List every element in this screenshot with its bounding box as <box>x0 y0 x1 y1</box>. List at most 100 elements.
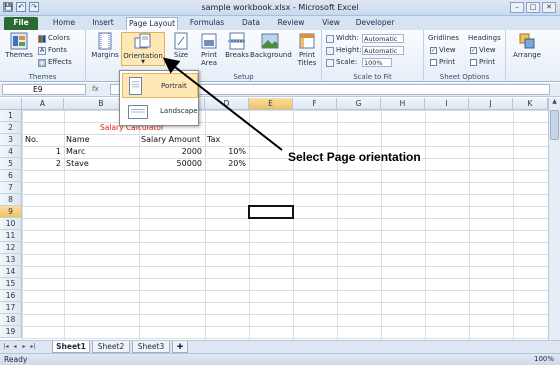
tab-review[interactable]: Review <box>272 17 310 30</box>
column-header[interactable]: F <box>293 98 337 110</box>
scale-to-fit-group-label: Scale to Fit <box>353 73 392 81</box>
margins-button[interactable]: Margins <box>90 32 120 66</box>
row-header[interactable]: 8 <box>0 194 22 206</box>
effects-button[interactable]: Effects <box>38 57 72 68</box>
row-header[interactable]: 11 <box>0 230 22 242</box>
fx-icon[interactable]: fx <box>92 85 99 93</box>
minimize-button[interactable]: – <box>510 2 524 13</box>
themes-button[interactable]: Themes <box>4 32 34 66</box>
cell-tax[interactable]: 10% <box>205 146 249 158</box>
title-bar: 💾 ↶ ↷ sample workbook.xlsx - Microsoft E… <box>0 0 560 16</box>
row-header[interactable]: 5 <box>0 158 22 170</box>
size-button[interactable]: Size <box>166 32 196 66</box>
colors-icon <box>38 34 46 43</box>
column-header[interactable]: H <box>381 98 425 110</box>
tab-developer[interactable]: Developer <box>352 17 398 30</box>
fonts-button[interactable]: A Fonts <box>38 45 67 56</box>
prev-sheet-icon[interactable]: ◂ <box>11 343 19 351</box>
sheet-tab[interactable]: Sheet1 <box>52 341 90 353</box>
row-header[interactable]: 12 <box>0 242 22 254</box>
row-header[interactable]: 17 <box>0 302 22 314</box>
insert-sheet-button[interactable]: ✚ <box>172 341 188 353</box>
width-icon <box>326 34 334 43</box>
tab-file[interactable]: File <box>4 17 38 30</box>
height-select[interactable]: Automatic <box>362 46 404 55</box>
headings-view-checkbox[interactable]: ✓ View <box>470 45 496 56</box>
select-all-corner[interactable] <box>0 98 22 110</box>
column-header[interactable]: E <box>249 98 293 110</box>
orientation-portrait-option[interactable]: Portrait <box>122 73 198 98</box>
tab-page-layout[interactable]: Page Layout <box>126 17 178 30</box>
tab-view[interactable]: View <box>316 17 346 30</box>
active-cell[interactable] <box>248 205 294 219</box>
tab-home[interactable]: Home <box>46 17 82 30</box>
row-header[interactable]: 16 <box>0 290 22 302</box>
next-sheet-icon[interactable]: ▸ <box>20 343 28 351</box>
cell-name[interactable]: Marc <box>66 146 85 158</box>
gridlines-view-checkbox[interactable]: ✓ View <box>430 45 456 56</box>
checkbox-icon <box>430 59 437 66</box>
background-icon <box>261 33 279 49</box>
column-header[interactable]: D <box>205 98 249 110</box>
cell-no[interactable]: 2 <box>22 158 64 170</box>
background-button[interactable]: Background <box>250 32 292 66</box>
column-header[interactable]: J <box>469 98 513 110</box>
headings-print-checkbox[interactable]: Print <box>470 57 495 68</box>
gridlines-label: Gridlines <box>428 34 459 42</box>
row-header[interactable]: 13 <box>0 254 22 266</box>
row-header[interactable]: 2 <box>0 122 22 134</box>
sheet-tab[interactable]: Sheet2 <box>92 341 130 353</box>
vertical-scrollbar[interactable]: ▲ <box>548 98 560 340</box>
arrange-icon <box>519 33 535 49</box>
arrange-button[interactable]: Arrange <box>510 32 544 66</box>
close-button[interactable]: ✕ <box>542 2 556 13</box>
row-header[interactable]: 9 <box>0 206 22 218</box>
gridlines-print-checkbox[interactable]: Print <box>430 57 455 68</box>
row-header[interactable]: 10 <box>0 218 22 230</box>
width-select[interactable]: Automatic <box>362 34 404 43</box>
cell-tax[interactable]: 20% <box>205 158 249 170</box>
colors-button[interactable]: Colors <box>38 33 70 44</box>
row-header[interactable]: 15 <box>0 278 22 290</box>
print-area-button[interactable]: Print Area <box>194 32 224 67</box>
orientation-landscape-option[interactable]: Landscape <box>122 99 198 124</box>
cell-header-tax[interactable]: Tax <box>207 134 220 146</box>
row-header[interactable]: 1 <box>0 110 22 122</box>
tab-insert[interactable]: Insert <box>86 17 120 30</box>
row-header[interactable]: 4 <box>0 146 22 158</box>
cell-header-name[interactable]: Name <box>66 134 90 146</box>
print-titles-button[interactable]: Print Titles <box>292 32 322 67</box>
last-sheet-icon[interactable]: ▸| <box>29 343 37 351</box>
zoom-level[interactable]: 100% <box>534 355 554 363</box>
tab-formulas[interactable]: Formulas <box>186 17 228 30</box>
row-header[interactable]: 3 <box>0 134 22 146</box>
sheet-tab[interactable]: Sheet3 <box>132 341 170 353</box>
name-box[interactable]: E9 <box>2 84 86 95</box>
checkmark-icon: ✓ <box>470 47 477 54</box>
column-header[interactable]: I <box>425 98 469 110</box>
row-header[interactable]: 19 <box>0 326 22 338</box>
scroll-thumb[interactable] <box>550 110 559 140</box>
row-header[interactable]: 18 <box>0 314 22 326</box>
cell-name[interactable]: Stave <box>66 158 89 170</box>
cell-salary[interactable]: 2000 <box>139 146 205 158</box>
row-header[interactable]: 6 <box>0 170 22 182</box>
first-sheet-icon[interactable]: |◂ <box>2 343 10 351</box>
orientation-button[interactable]: Orientation ▼ <box>121 32 165 66</box>
scroll-up-icon[interactable]: ▲ <box>549 98 560 108</box>
column-header[interactable]: G <box>337 98 381 110</box>
cell-header-salary[interactable]: Salary Amount <box>141 134 200 146</box>
tab-data[interactable]: Data <box>236 17 266 30</box>
cell-no[interactable]: 1 <box>22 146 64 158</box>
column-header[interactable]: A <box>22 98 64 110</box>
row-header[interactable]: 7 <box>0 182 22 194</box>
cell-salary[interactable]: 50000 <box>139 158 205 170</box>
height-row: Height: Automatic <box>326 45 404 56</box>
breaks-button[interactable]: Breaks <box>222 32 252 66</box>
cell-header-no[interactable]: No. <box>25 134 38 146</box>
scale-input[interactable]: 100% <box>362 58 392 67</box>
row-header[interactable]: 14 <box>0 266 22 278</box>
grid-line <box>381 110 382 340</box>
column-header[interactable]: K <box>513 98 548 110</box>
maximize-button[interactable]: □ <box>526 2 540 13</box>
